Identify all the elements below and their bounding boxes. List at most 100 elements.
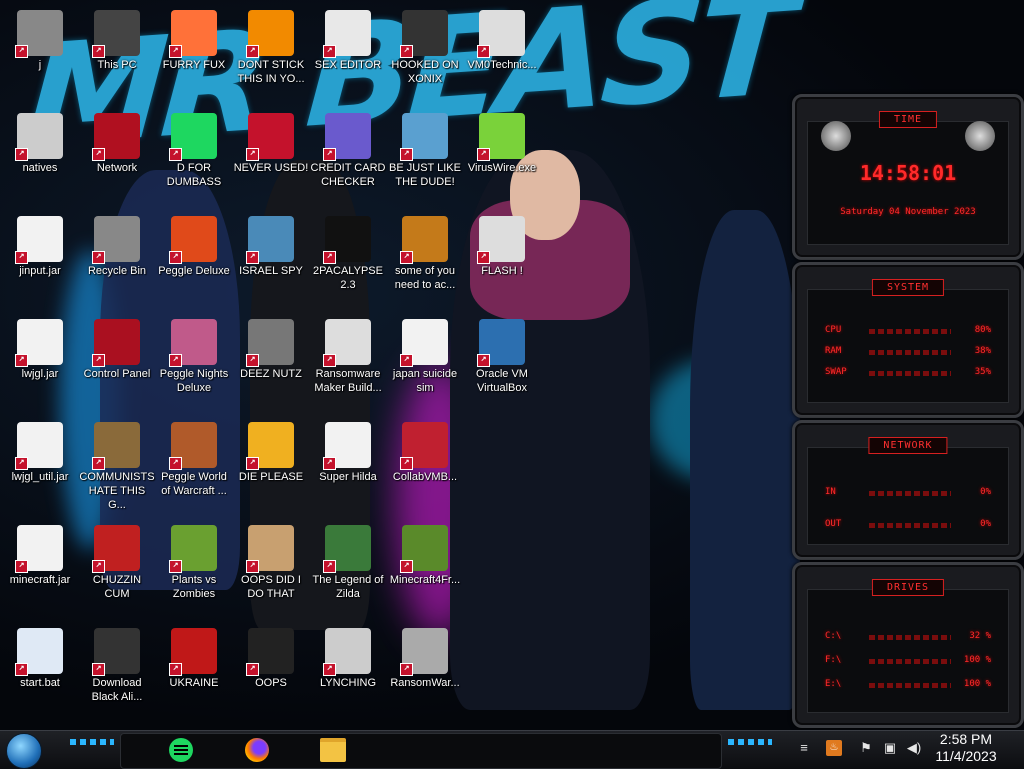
desktop-icon[interactable]: ↗ RansomWar...: [387, 624, 463, 720]
shortcut-arrow-icon: ↗: [400, 251, 413, 264]
desktop-icon-image: ↗: [15, 422, 63, 470]
desktop-icon-image: ↗: [15, 319, 63, 367]
desktop-icon[interactable]: ↗ j: [2, 6, 78, 102]
desktop-icon[interactable]: ↗ Peggle Deluxe: [156, 212, 232, 308]
desktop-icon-label: FURRY FUX: [162, 59, 226, 71]
desktop-icon-image: ↗: [169, 216, 217, 264]
shortcut-arrow-icon: ↗: [169, 663, 182, 676]
desktop-icon[interactable]: ↗ DONT STICK THIS IN YO...: [233, 6, 309, 102]
desktop-icon-label: D FOR DUMBASS: [166, 162, 222, 188]
desktop-icon[interactable]: ↗ 2PACALYPSE 2.3: [310, 212, 386, 308]
desktop-icon[interactable]: ↗ Control Panel: [79, 315, 155, 411]
desktop-icon[interactable]: ↗ LYNCHING: [310, 624, 386, 720]
volume-icon[interactable]: ◀): [906, 740, 922, 756]
show-hidden-icon[interactable]: ≡: [796, 740, 812, 756]
desktop-icon[interactable]: ↗ Network: [79, 109, 155, 205]
desktop-icon-image: ↗: [246, 216, 294, 264]
desktop-icon[interactable]: ↗ ISRAEL SPY: [233, 212, 309, 308]
desktop-icon-image: ↗: [246, 319, 294, 367]
gadget-row: IN 0%: [825, 487, 991, 497]
time-gadget-title: TIME: [878, 111, 938, 128]
desktop-icon[interactable]: ↗ FURRY FUX: [156, 6, 232, 102]
desktop-icon[interactable]: ↗ Minecraft4Fr...: [387, 521, 463, 617]
gadget-row: F:\ 100 %: [825, 655, 991, 665]
system-gadget[interactable]: SYSTEM CPU 80% RAM 38% SWAP 35%: [792, 262, 1024, 418]
shortcut-arrow-icon: ↗: [323, 457, 336, 470]
desktop-icon[interactable]: ↗ OOPS DID I DO THAT: [233, 521, 309, 617]
gadget-row: OUT 0%: [825, 519, 991, 529]
desktop-icon[interactable]: ↗ Super Hilda: [310, 418, 386, 514]
desktop-icon[interactable]: ↗ jinput.jar: [2, 212, 78, 308]
desktop-icon[interactable]: ↗ lwjgl_util.jar: [2, 418, 78, 514]
desktop-icon[interactable]: ↗ minecraft.jar: [2, 521, 78, 617]
desktop-icon[interactable]: ↗ CollabVMB...: [387, 418, 463, 514]
desktop-icon[interactable]: ↗ COMMUNISTS HATE THIS G...: [79, 418, 155, 514]
desktop-icon[interactable]: ↗ Download Black Ali...: [79, 624, 155, 720]
desktop-icon[interactable]: ↗ FLASH !: [464, 212, 540, 308]
desktop-icon[interactable]: ↗ D FOR DUMBASS: [156, 109, 232, 205]
desktop-icon[interactable]: ↗ VirusWire.exe: [464, 109, 540, 205]
gadget-row: E:\ 100 %: [825, 679, 991, 689]
desktop-icon[interactable]: ↗ CHUZZIN CUM: [79, 521, 155, 617]
gadget-row-value: 100 %: [963, 655, 991, 665]
desktop-icon-image: ↗: [15, 216, 63, 264]
desktop-icon[interactable]: ↗ BE JUST LIKE THE DUDE!: [387, 109, 463, 205]
shortcut-arrow-icon: ↗: [400, 560, 413, 573]
desktop-icon-label: Recycle Bin: [87, 265, 147, 277]
desktop-icon[interactable]: ↗ This PC: [79, 6, 155, 102]
desktop-icon[interactable]: ↗ SEX EDITOR: [310, 6, 386, 102]
desktop-icon-label: Oracle VM VirtualBox: [476, 368, 528, 394]
drives-gadget[interactable]: DRIVES C:\ 32 % F:\ 100 % E:\ 100 %: [792, 562, 1024, 728]
desktop-icon[interactable]: ↗ Plants vs Zombies: [156, 521, 232, 617]
desktop-icon-image: ↗: [169, 113, 217, 161]
firefox-icon[interactable]: [236, 733, 278, 767]
gadget-row-bar: [869, 491, 951, 496]
desktop-icon[interactable]: ↗ japan suicide sim: [387, 315, 463, 411]
desktop-icon[interactable]: ↗ VM0Technic...: [464, 6, 540, 102]
desktop-icon-label: VirusWire.exe: [467, 162, 537, 174]
desktop-icon[interactable]: ↗ NEVER USED!: [233, 109, 309, 205]
desktop-icon[interactable]: ↗ Peggle World of Warcraft ...: [156, 418, 232, 514]
desktop-icon-label: Super Hilda: [319, 471, 377, 483]
shortcut-arrow-icon: ↗: [15, 354, 28, 367]
java-icon[interactable]: ♨: [826, 740, 842, 756]
desktop-icon-label: OOPS DID I DO THAT: [241, 574, 301, 600]
desktop-icon[interactable]: ↗ some of you need to ac...: [387, 212, 463, 308]
desktop-icon[interactable]: ↗ lwjgl.jar: [2, 315, 78, 411]
desktop-icon[interactable]: ↗ DEEZ NUTZ: [233, 315, 309, 411]
desktop-icon[interactable]: ↗ CREDIT CARD CHECKER: [310, 109, 386, 205]
shortcut-arrow-icon: ↗: [169, 354, 182, 367]
network-icon[interactable]: ▣: [882, 740, 898, 756]
taskbar-clock[interactable]: 2:58 PM 11/4/2023: [926, 731, 1006, 765]
desktop-icon[interactable]: ↗ natives: [2, 109, 78, 205]
desktop-icon[interactable]: ↗ The Legend of Zilda: [310, 521, 386, 617]
spotify-icon[interactable]: [160, 733, 202, 767]
desktop-icon[interactable]: ↗ OOPS: [233, 624, 309, 720]
file-explorer-icon[interactable]: [312, 733, 354, 767]
desktop-icon-label: VM0Technic...: [467, 59, 537, 71]
desktop-icon[interactable]: ↗ start.bat: [2, 624, 78, 720]
gadget-row-value: 32 %: [969, 631, 991, 641]
desktop-icon-image: ↗: [169, 319, 217, 367]
desktop-icon[interactable]: ↗ Recycle Bin: [79, 212, 155, 308]
desktop-icon[interactable]: ↗ UKRAINE: [156, 624, 232, 720]
flag-icon[interactable]: ⚑: [858, 740, 874, 756]
desktop-icon-image: ↗: [246, 10, 294, 58]
desktop-icon[interactable]: ↗ HOOKED ON XONIX: [387, 6, 463, 102]
desktop-icon-label: CHUZZIN CUM: [92, 574, 142, 600]
shortcut-arrow-icon: ↗: [400, 663, 413, 676]
desktop-icon[interactable]: ↗ Ransomware Maker Build...: [310, 315, 386, 411]
desktop-icon-label: CREDIT CARD CHECKER: [310, 162, 386, 188]
desktop-icon[interactable]: ↗ Oracle VM VirtualBox: [464, 315, 540, 411]
start-button[interactable]: [6, 733, 42, 769]
desktop-icon[interactable]: ↗ Peggle Nights Deluxe: [156, 315, 232, 411]
time-gadget[interactable]: TIME 14:58:01 Saturday 04 November 2023: [792, 94, 1024, 260]
network-gadget[interactable]: NETWORK IN 0% OUT 0%: [792, 420, 1024, 560]
gadget-row-bar: [869, 350, 951, 355]
gadget-row-label: SWAP: [825, 367, 847, 377]
desktop-icon[interactable]: ↗ DIE PLEASE: [233, 418, 309, 514]
gadget-row-label: CPU: [825, 325, 842, 335]
taskbar-decoration: [728, 739, 772, 745]
desktop-icon-label: Peggle Deluxe: [158, 265, 230, 277]
shortcut-arrow-icon: ↗: [246, 457, 259, 470]
